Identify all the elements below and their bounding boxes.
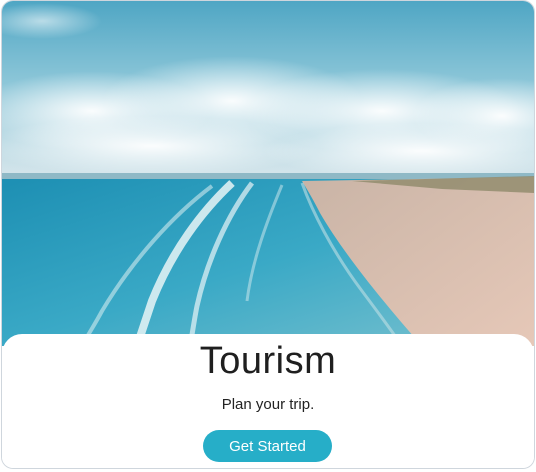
card-subtitle: Plan your trip. <box>221 396 315 413</box>
get-started-button[interactable]: Get Started <box>203 430 332 462</box>
card-body: Tourism Plan your trip. Get Started <box>2 334 534 468</box>
tourism-card: Tourism Plan your trip. Get Started <box>1 0 535 469</box>
hero-beach-image <box>2 1 534 346</box>
card-title: Tourism <box>199 340 337 382</box>
